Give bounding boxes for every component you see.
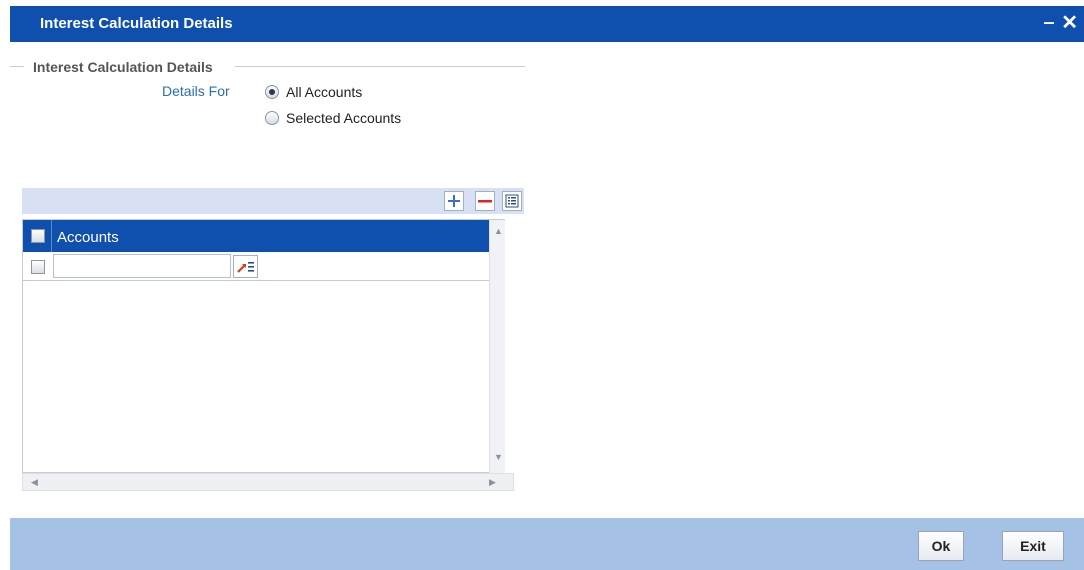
horizontal-scrollbar[interactable]: ◀ ▶ — [22, 473, 514, 491]
column-header-accounts: Accounts — [57, 229, 119, 246]
section-divider-left — [10, 66, 24, 67]
radio-selected-accounts-label: Selected Accounts — [286, 110, 402, 126]
screen-left-margin — [0, 6, 10, 570]
table-row — [23, 253, 489, 281]
single-record-view-button[interactable] — [502, 191, 522, 211]
grid-toolbar — [22, 188, 524, 214]
exit-button[interactable]: Exit — [1002, 531, 1064, 561]
title-bar: Interest Calculation Details ‒ ✕ — [10, 6, 1084, 42]
scroll-down-icon[interactable]: ▼ — [494, 452, 503, 462]
minus-icon — [478, 200, 492, 203]
vertical-scrollbar[interactable]: ▲ ▼ — [489, 220, 505, 473]
window-title: Interest Calculation Details — [40, 15, 233, 32]
radio-all-accounts-button[interactable] — [265, 85, 279, 99]
scroll-up-icon[interactable]: ▲ — [494, 226, 503, 236]
radio-selected-accounts-button[interactable] — [265, 111, 279, 125]
account-input[interactable] — [53, 254, 231, 278]
account-lov-button[interactable] — [233, 255, 258, 278]
row-checkbox[interactable] — [31, 260, 45, 274]
scroll-left-icon[interactable]: ◀ — [31, 477, 38, 488]
radio-all-accounts[interactable]: All Accounts — [265, 84, 362, 100]
single-record-view-icon — [505, 194, 519, 208]
footer-bar: Ok Exit — [10, 518, 1084, 570]
list-of-values-icon — [237, 262, 254, 273]
radio-all-accounts-label: All Accounts — [286, 84, 363, 100]
section-title: Interest Calculation Details — [30, 59, 216, 75]
scroll-right-icon[interactable]: ▶ — [489, 477, 496, 488]
plus-icon — [448, 195, 460, 207]
add-row-button[interactable] — [444, 191, 464, 211]
delete-row-button[interactable] — [475, 191, 495, 211]
ok-button[interactable]: Ok — [918, 531, 964, 561]
minimize-icon[interactable]: ‒ — [1044, 12, 1054, 33]
grid-header-row: Accounts — [23, 220, 489, 252]
select-all-checkbox[interactable] — [31, 229, 45, 243]
interest-calculation-details-window: Interest Calculation Details ‒ ✕ Interes… — [10, 6, 1084, 570]
details-for-label: Details For — [162, 83, 230, 99]
close-icon[interactable]: ✕ — [1061, 10, 1078, 35]
radio-selected-accounts[interactable]: Selected Accounts — [265, 110, 401, 126]
section-divider-right — [235, 66, 525, 67]
accounts-grid: Accounts ▲ ▼ — [22, 219, 505, 473]
header-divider — [51, 220, 52, 252]
